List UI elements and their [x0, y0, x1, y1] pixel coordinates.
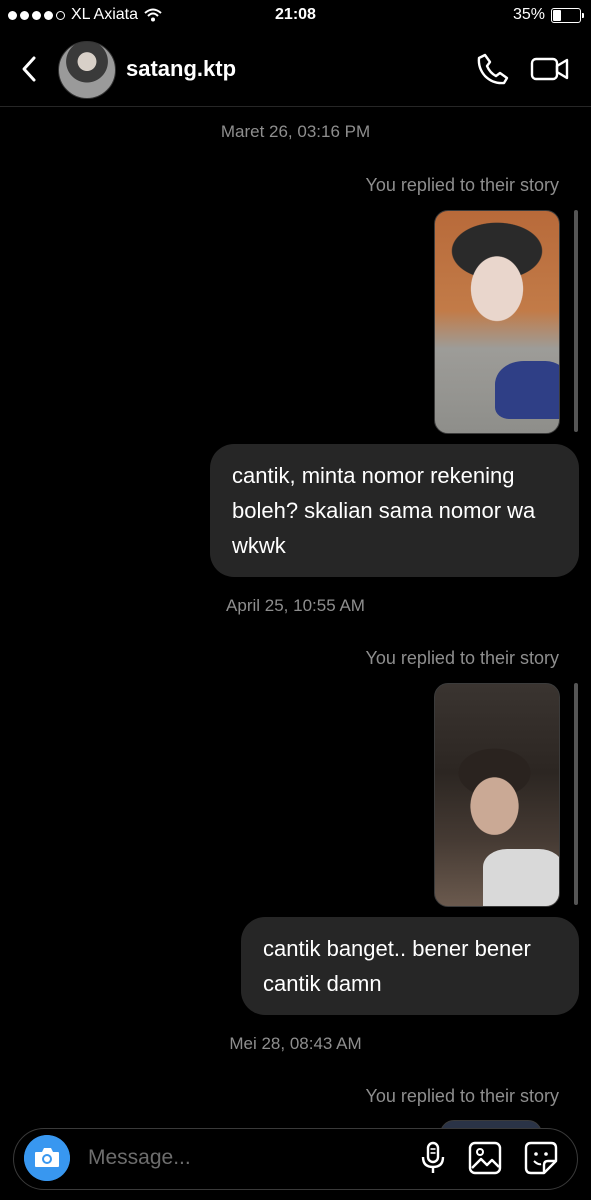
- clock: 21:08: [275, 6, 316, 23]
- camera-icon[interactable]: [24, 1135, 70, 1181]
- status-bar: XL Axiata 21:08 35%: [0, 0, 591, 34]
- story-thumbnail[interactable]: [434, 210, 560, 434]
- back-chevron-icon[interactable]: [18, 54, 42, 84]
- phone-icon[interactable]: [476, 52, 510, 86]
- video-camera-icon[interactable]: [530, 54, 570, 84]
- message-timestamp: Maret 26, 03:16 PM: [220, 122, 371, 141]
- story-thumbnail[interactable]: [434, 683, 560, 907]
- message-composer: Message...: [13, 1128, 578, 1190]
- message-bubble[interactable]: cantik banget.. bener bener cantik damn: [241, 917, 579, 1015]
- message-bubble[interactable]: cantik, minta nomor rekening boleh? skal…: [210, 444, 579, 577]
- message-timestamp: April 25, 10:55 AM: [226, 596, 365, 615]
- username[interactable]: satang.ktp: [126, 56, 236, 82]
- story-reply-label: You replied to their story: [365, 1086, 559, 1106]
- message-input[interactable]: Message...: [88, 1146, 191, 1170]
- message-timestamp: Mei 28, 08:43 AM: [229, 1034, 362, 1053]
- battery-percent: 35%: [512, 6, 545, 23]
- avatar[interactable]: [58, 41, 116, 99]
- status-right: 35%: [512, 6, 584, 24]
- story-reply-label: You replied to their story: [365, 648, 559, 668]
- conversation-header: satang.ktp: [0, 34, 591, 107]
- scrollbar[interactable]: [574, 210, 578, 432]
- microphone-icon[interactable]: [418, 1141, 448, 1175]
- gallery-icon[interactable]: [468, 1141, 502, 1175]
- sticker-icon[interactable]: [524, 1141, 558, 1175]
- story-reply-label: You replied to their story: [365, 175, 559, 195]
- battery-icon: [551, 7, 584, 23]
- scrollbar[interactable]: [574, 683, 578, 905]
